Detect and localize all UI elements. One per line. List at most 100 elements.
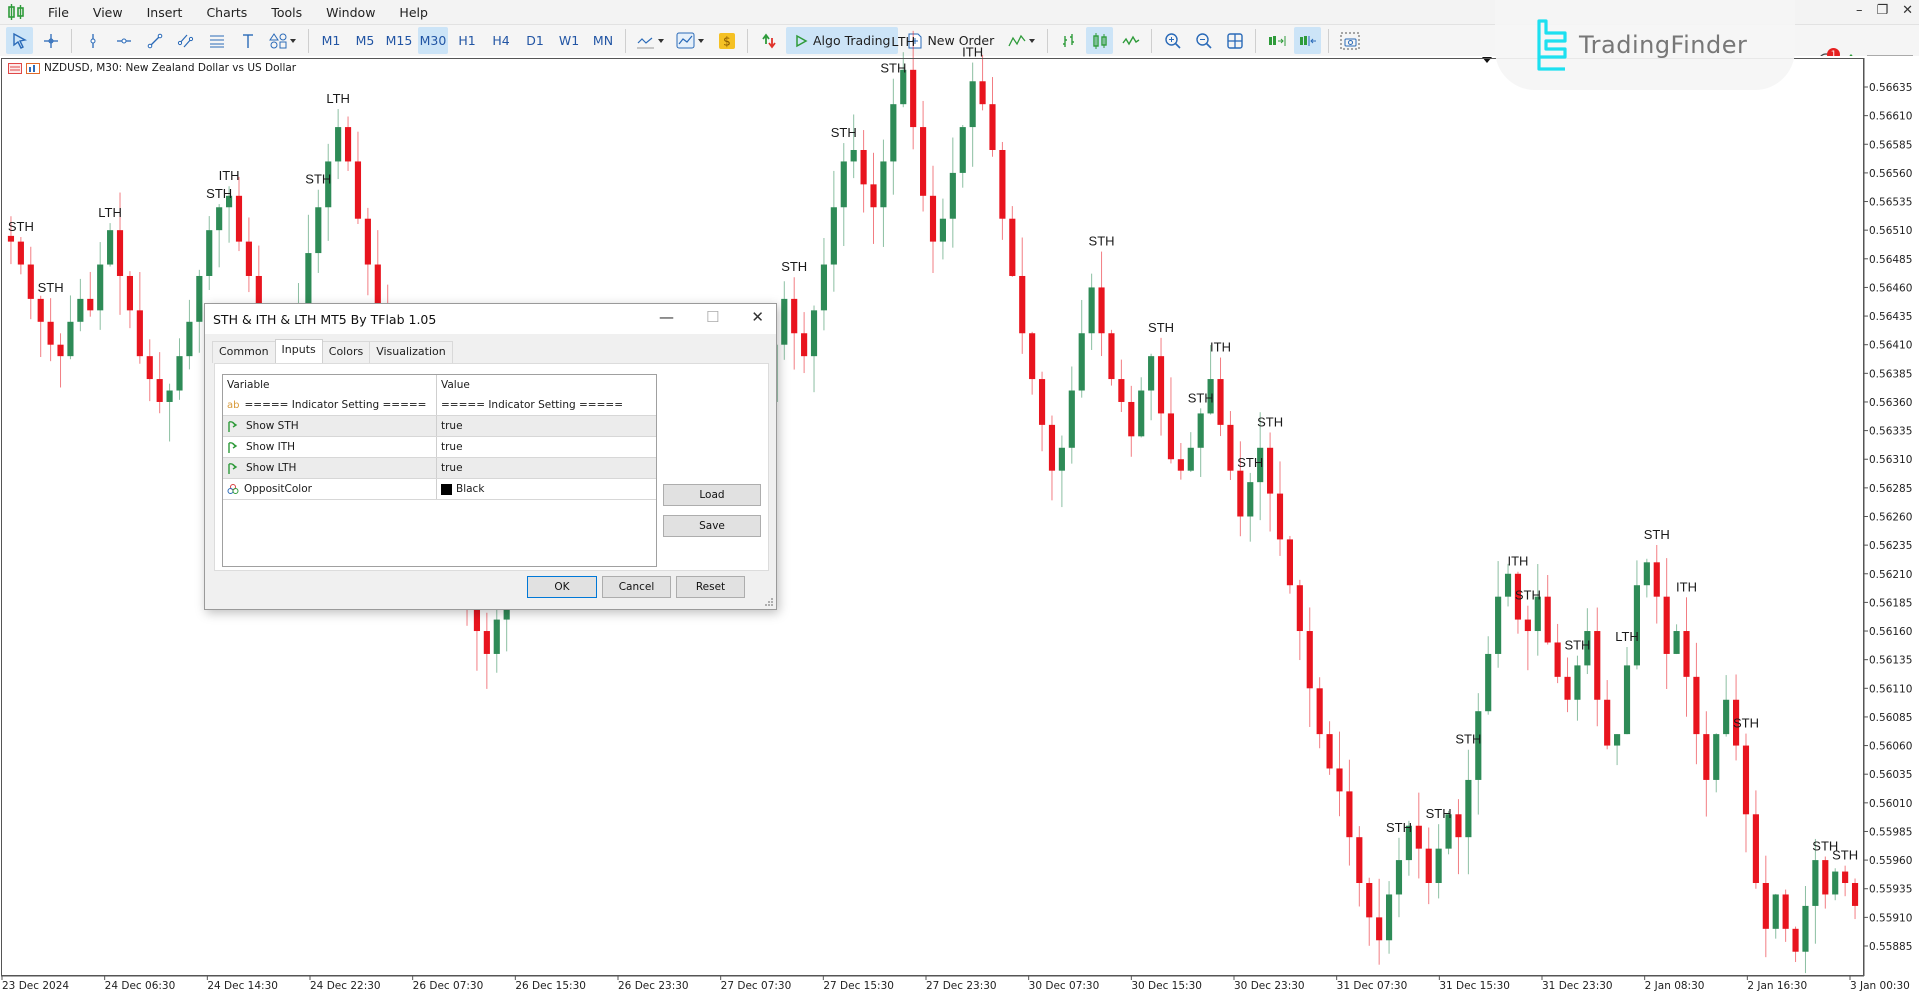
row-variable: OppositColor: [244, 483, 312, 495]
table-header: Variable Value: [223, 375, 656, 395]
tab-visualization[interactable]: Visualization: [369, 341, 453, 363]
price-tick-label: 0.56360: [1869, 397, 1912, 409]
color-swatch: [441, 483, 452, 495]
price-tick-label: 0.56460: [1869, 282, 1912, 294]
row-variable: Show LTH: [246, 462, 297, 474]
inputs-panel: Variable Value ab ===== Indicator Setting…: [214, 363, 769, 571]
dialog-minimize-icon[interactable]: —: [659, 308, 674, 326]
price-tick-label: 0.56160: [1869, 626, 1912, 638]
dialog-title: STH & ITH & LTH MT5 By TFlab 1.05: [213, 311, 437, 327]
time-tick-label: 2 Jan 16:30: [1747, 980, 1807, 992]
price-tick-label: 0.56310: [1869, 454, 1912, 466]
table-row[interactable]: ab ===== Indicator Setting ===== ===== In…: [223, 395, 656, 416]
price-tick-label: 0.56110: [1869, 683, 1912, 695]
time-tick-label: 24 Dec 22:30: [310, 980, 381, 992]
time-tick-label: 30 Dec 07:30: [1029, 980, 1100, 992]
price-tick-label: 0.56560: [1869, 168, 1912, 180]
row-value[interactable]: true: [441, 420, 463, 432]
time-tick-label: 27 Dec 15:30: [823, 980, 894, 992]
price-tick-label: 0.56485: [1869, 254, 1912, 266]
price-tick-label: 0.56410: [1869, 340, 1912, 352]
bool-arrow-icon: [228, 442, 238, 453]
price-tick-label: 0.56510: [1869, 225, 1912, 237]
price-tick-label: 0.56185: [1869, 597, 1912, 609]
symbol-text: NZDUSD, M30: New Zealand Dollar vs US Do…: [44, 62, 297, 74]
dialog-title-bar[interactable]: STH & ITH & LTH MT5 By TFlab 1.05 — ☐ ✕: [205, 304, 776, 334]
row-value[interactable]: Black: [456, 483, 484, 495]
color-palette-icon: [227, 484, 239, 494]
symbol-label: NZDUSD, M30: New Zealand Dollar vs US Do…: [8, 62, 296, 74]
price-tick-label: 0.55910: [1869, 912, 1912, 924]
price-tick-label: 0.55885: [1869, 941, 1912, 953]
tradingfinder-brand: TradingFinder: [1579, 31, 1748, 59]
price-tick-label: 0.55960: [1869, 855, 1912, 867]
chart-properties-icon: [26, 62, 40, 74]
row-variable: Show STH: [246, 420, 299, 432]
column-variable: Variable: [223, 375, 437, 395]
load-button[interactable]: Load: [663, 484, 761, 506]
tradingfinder-watermark: TradingFinder: [1495, 0, 1795, 90]
time-tick-label: 31 Dec 07:30: [1337, 980, 1408, 992]
price-tick-label: 0.56335: [1869, 426, 1912, 438]
time-tick-label: 23 Dec 2024: [2, 980, 69, 992]
inputs-table: Variable Value ab ===== Indicator Setting…: [222, 374, 657, 567]
time-tick-label: 30 Dec 23:30: [1234, 980, 1305, 992]
time-tick-label: 24 Dec 06:30: [105, 980, 176, 992]
price-tick-label: 0.56035: [1869, 769, 1912, 781]
column-value: Value: [441, 379, 470, 391]
table-row[interactable]: OppositColor Black: [223, 479, 656, 500]
time-tick-label: 26 Dec 23:30: [618, 980, 689, 992]
table-row[interactable]: Show LTH true: [223, 458, 656, 479]
row-value[interactable]: true: [441, 462, 463, 474]
price-tick-label: 0.56210: [1869, 569, 1912, 581]
save-button[interactable]: Save: [663, 515, 761, 537]
price-tick-label: 0.56435: [1869, 311, 1912, 323]
dialog-tabs: Common Inputs Colors Visualization: [212, 339, 453, 366]
bool-arrow-icon: [228, 421, 238, 432]
time-tick-label: 26 Dec 07:30: [413, 980, 484, 992]
time-tick-label: 2 Jan 08:30: [1645, 980, 1705, 992]
price-tick-label: 0.56135: [1869, 655, 1912, 667]
table-row[interactable]: Show ITH true: [223, 437, 656, 458]
row-value[interactable]: ===== Indicator Setting =====: [441, 399, 623, 411]
swing-label-lth: LTH: [891, 34, 915, 49]
tradingfinder-logo-icon: [1537, 19, 1567, 71]
time-tick-label: 27 Dec 07:30: [721, 980, 792, 992]
row-value[interactable]: true: [441, 441, 463, 453]
cancel-button[interactable]: Cancel: [602, 576, 671, 598]
text-ab-icon: ab: [227, 399, 240, 411]
row-variable: Show ITH: [246, 441, 296, 453]
price-tick-label: 0.56610: [1869, 111, 1912, 123]
price-tick-label: 0.56635: [1869, 82, 1912, 94]
time-tick-label: 26 Dec 15:30: [515, 980, 586, 992]
chart-list-icon: [8, 62, 22, 74]
dialog-maximize-icon[interactable]: ☐: [706, 308, 719, 326]
price-tick-label: 0.56085: [1869, 712, 1912, 724]
time-tick-label: 30 Dec 15:30: [1131, 980, 1202, 992]
tab-inputs[interactable]: Inputs: [274, 339, 323, 366]
tab-colors[interactable]: Colors: [321, 341, 371, 363]
time-tick-label: 24 Dec 14:30: [207, 980, 278, 992]
indicator-properties-dialog: STH & ITH & LTH MT5 By TFlab 1.05 — ☐ ✕ …: [204, 303, 777, 610]
price-tick-label: 0.56235: [1869, 540, 1912, 552]
time-tick-label: 27 Dec 23:30: [926, 980, 997, 992]
price-tick-label: 0.55985: [1869, 826, 1912, 838]
price-tick-label: 0.56535: [1869, 197, 1912, 209]
bool-arrow-icon: [228, 463, 238, 474]
resize-grip-icon[interactable]: [764, 597, 774, 607]
price-tick-label: 0.56010: [1869, 798, 1912, 810]
price-tick-label: 0.55935: [1869, 884, 1912, 896]
reset-button[interactable]: Reset: [676, 576, 745, 598]
tab-common[interactable]: Common: [212, 341, 276, 363]
price-tick-label: 0.56260: [1869, 512, 1912, 524]
time-tick-label: 3 Jan 00:30: [1850, 980, 1910, 992]
price-tick-label: 0.56060: [1869, 741, 1912, 753]
dialog-close-icon[interactable]: ✕: [751, 308, 764, 326]
price-tick-label: 0.56585: [1869, 139, 1912, 151]
table-row[interactable]: Show STH true: [223, 416, 656, 437]
row-variable: ===== Indicator Setting =====: [244, 399, 427, 411]
ok-button[interactable]: OK: [527, 576, 597, 598]
time-tick-label: 31 Dec 15:30: [1439, 980, 1510, 992]
price-tick-label: 0.56285: [1869, 483, 1912, 495]
price-tick-label: 0.56385: [1869, 368, 1912, 380]
